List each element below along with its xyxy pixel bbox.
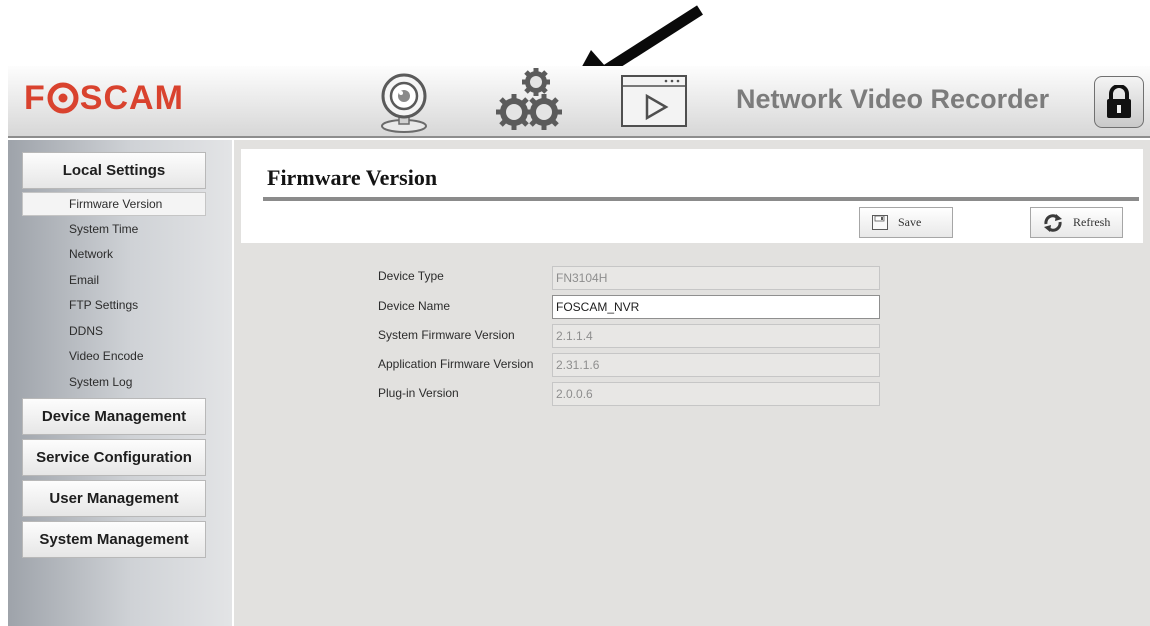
sidebar-item-email[interactable]: Email — [22, 267, 206, 293]
device-name-field[interactable] — [552, 295, 880, 319]
foscam-logo: F SCAM — [24, 78, 184, 118]
sidebar-item-network[interactable]: Network — [22, 242, 206, 268]
sidebar-system-management[interactable]: System Management — [22, 521, 206, 558]
plugin-version-field — [552, 382, 880, 406]
sidebar-local-settings[interactable]: Local Settings — [22, 152, 206, 189]
sidebar-item-ftp-settings[interactable]: FTP Settings — [22, 293, 206, 319]
system-firmware-version-field — [552, 324, 880, 348]
logo-lens-icon — [47, 82, 79, 114]
sidebar-device-management[interactable]: Device Management — [22, 398, 206, 435]
top-header: F SCAM Network Video Recorder — [8, 66, 1150, 138]
device-name-label: Device Name — [378, 299, 451, 313]
application-firmware-version-label: Application Firmware Version — [378, 357, 534, 371]
save-label: Save — [898, 215, 922, 229]
main-panel: Firmware Version Save Refresh Device Typ… — [234, 140, 1150, 626]
refresh-icon — [1044, 213, 1062, 232]
video-player-icon[interactable] — [620, 74, 688, 128]
sidebar-item-firmware-version[interactable]: Firmware Version — [22, 192, 206, 216]
refresh-label: Refresh — [1073, 215, 1111, 229]
gears-icon[interactable] — [496, 68, 564, 132]
sidebar-item-ddns[interactable]: DDNS — [22, 318, 206, 344]
logo-suffix: SCAM — [79, 78, 184, 117]
save-button[interactable]: Save — [859, 207, 953, 238]
sidebar: Local Settings Firmware Version System T… — [8, 140, 232, 626]
device-type-field — [552, 266, 880, 290]
lock-icon — [1107, 85, 1131, 118]
save-icon — [872, 215, 888, 230]
system-firmware-version-label: System Firmware Version — [378, 328, 515, 342]
webcam-icon[interactable] — [372, 70, 436, 134]
plugin-version-label: Plug-in Version — [378, 386, 459, 400]
sidebar-item-system-time[interactable]: System Time — [22, 216, 206, 242]
sidebar-item-system-log[interactable]: System Log — [22, 369, 206, 395]
sidebar-service-configuration[interactable]: Service Configuration — [22, 439, 206, 476]
device-type-label: Device Type — [378, 269, 444, 283]
page-title: Firmware Version — [267, 165, 438, 190]
logo-prefix: F — [24, 78, 46, 117]
title-divider — [263, 197, 1139, 201]
panel-header: Firmware Version Save Refresh — [241, 149, 1143, 243]
sidebar-item-video-encode[interactable]: Video Encode — [22, 344, 206, 370]
sidebar-user-management[interactable]: User Management — [22, 480, 206, 517]
application-firmware-version-field — [552, 353, 880, 377]
local-settings-submenu: Firmware Version System Time Network Ema… — [22, 192, 206, 395]
app-title: Network Video Recorder — [736, 84, 1050, 114]
logout-lock-button[interactable] — [1094, 76, 1144, 128]
refresh-button[interactable]: Refresh — [1030, 207, 1123, 238]
